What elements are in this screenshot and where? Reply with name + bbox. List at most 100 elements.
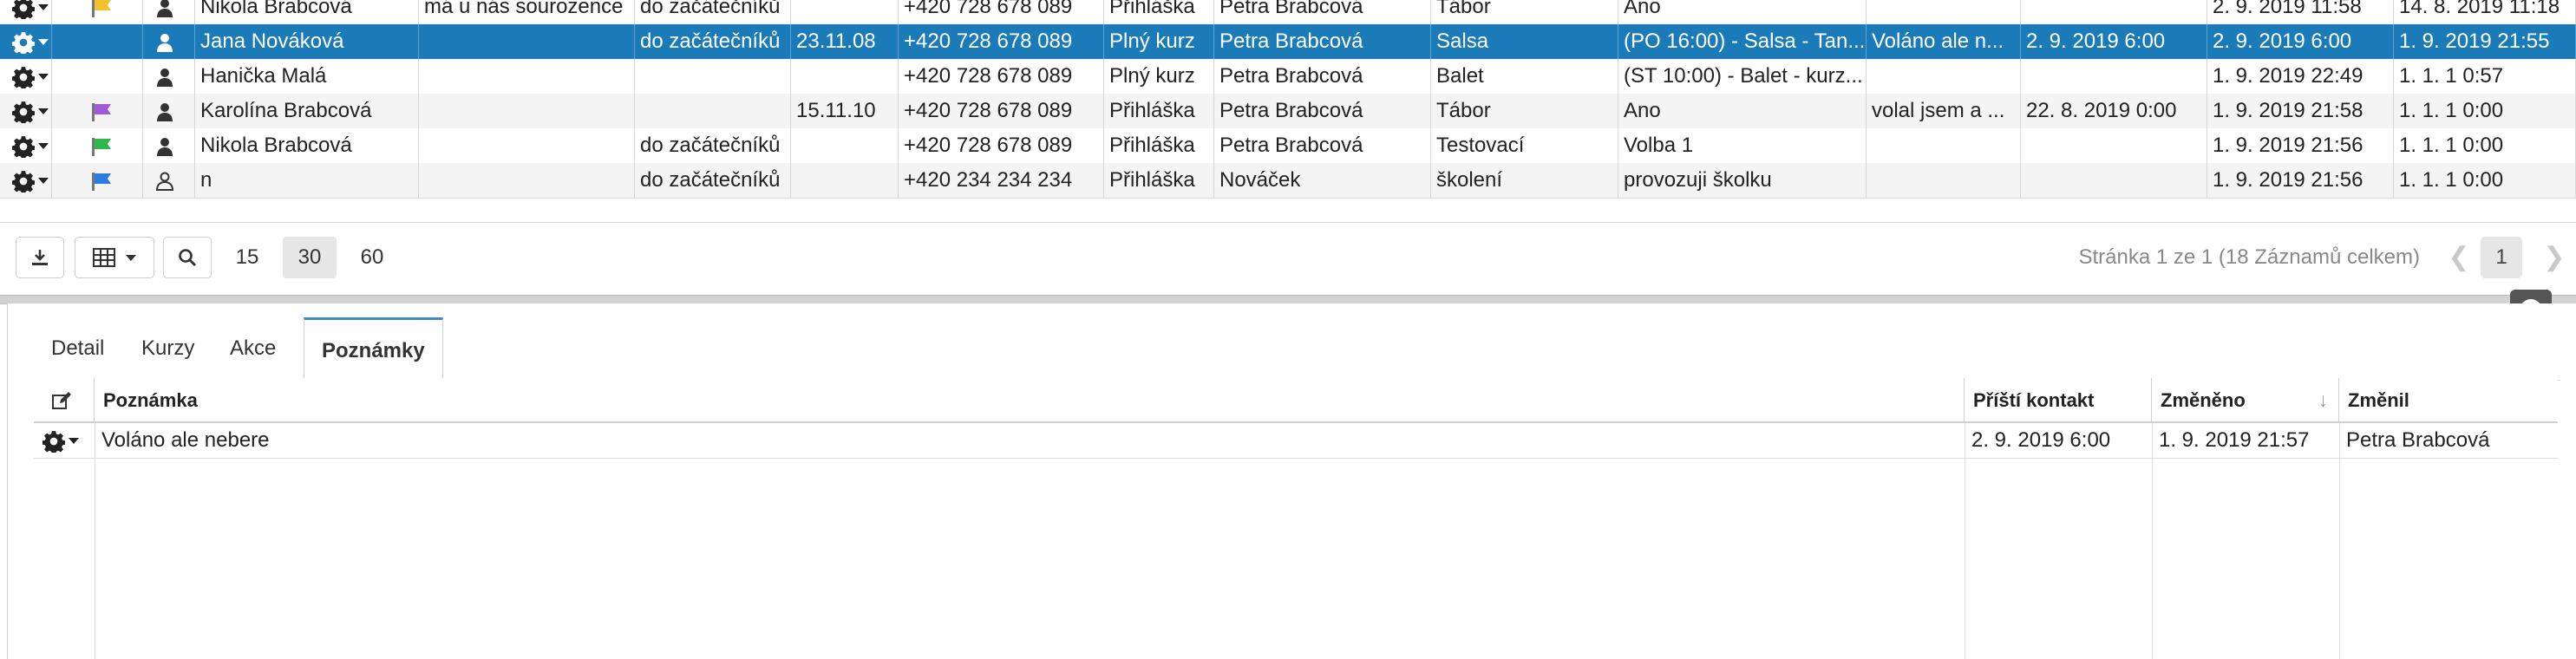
- row-menu-button[interactable]: [0, 94, 52, 128]
- chevron-down-icon: [69, 438, 79, 445]
- flag-icon: [92, 0, 111, 17]
- col-header-changed[interactable]: Změněno ↓: [2152, 378, 2339, 423]
- columns-button[interactable]: [75, 237, 154, 278]
- page-size-15[interactable]: 15: [220, 237, 274, 278]
- cell-level: do začátečníků: [635, 0, 791, 24]
- export-button[interactable]: [16, 237, 64, 278]
- gear-icon: [12, 135, 35, 158]
- cell-created: 1. 9. 2019 22:49: [2207, 59, 2394, 94]
- current-page-button[interactable]: 1: [2481, 237, 2522, 278]
- cell-note: [419, 94, 635, 128]
- table-row[interactable]: Hanička Malá +420 728 678 089 Plný kurz Pet…: [0, 59, 2576, 95]
- prev-page-button[interactable]: ❮: [2446, 237, 2472, 278]
- notes-grid: Poznámka Příští kontakt Změněno ↓ Změnil…: [34, 378, 2558, 659]
- sort-desc-icon: ↓: [2318, 389, 2328, 411]
- cell-answer: Volba 1: [1618, 128, 1867, 163]
- cell-course: Testovací: [1431, 128, 1618, 163]
- row-menu-button[interactable]: [0, 163, 52, 198]
- person-cell: [143, 128, 195, 163]
- gear-icon: [12, 101, 35, 123]
- page-size-60[interactable]: 60: [345, 237, 399, 278]
- next-page-button[interactable]: ❯: [2541, 237, 2567, 278]
- table-row[interactable]: n do začátečníků +420 234 234 234 Přihláška…: [0, 163, 2576, 199]
- person-icon: [157, 33, 173, 52]
- cell-note: [419, 24, 635, 59]
- cell-created: 1. 9. 2019 21:58: [2207, 94, 2394, 128]
- flag-icon: [92, 102, 111, 121]
- cell-name: Jana Nováková: [195, 24, 419, 59]
- cell-name: Hanička Malá: [195, 59, 419, 94]
- cell-created: 2. 9. 2019 11:58: [2207, 0, 2394, 24]
- table-row[interactable]: Nikola Brabcová má u nás sourozence do zač…: [0, 0, 2576, 25]
- table-row[interactable]: Jana Nováková do začátečníků 23.11.08 +420 …: [0, 24, 2576, 60]
- flag-cell[interactable]: [52, 0, 143, 24]
- tab-detail[interactable]: Detail: [34, 317, 121, 380]
- cell-next-contact: 22. 8. 2019 0:00: [2021, 94, 2207, 128]
- cell-course: školení: [1431, 163, 1618, 198]
- cell-note: [419, 59, 635, 94]
- cell-owner: Petra Brabcová: [1214, 94, 1431, 128]
- cell-answer: (PO 16:00) - Salsa - Tan...: [1618, 24, 1867, 59]
- gear-icon: [12, 31, 35, 54]
- cell-note: [419, 163, 635, 198]
- cell-status: Plný kurz: [1104, 24, 1214, 59]
- gear-icon: [12, 170, 35, 192]
- cell-created: 1. 9. 2019 21:56: [2207, 163, 2394, 198]
- gear-icon: [42, 430, 65, 453]
- cell-level: do začátečníků: [635, 128, 791, 163]
- flag-cell[interactable]: [52, 94, 143, 128]
- add-note-button[interactable]: [34, 378, 95, 423]
- cell-name: Nikola Brabcová: [195, 0, 419, 24]
- person-icon: [155, 172, 174, 191]
- table-icon: [93, 248, 115, 267]
- chevron-down-icon: [38, 4, 49, 11]
- cell-date: 23.11.08: [791, 24, 899, 59]
- cell-owner: Nováček: [1214, 163, 1431, 198]
- cell-phone: +420 728 678 089: [899, 59, 1104, 94]
- col-header-next-contact[interactable]: Příští kontakt: [1965, 378, 2152, 423]
- search-button[interactable]: [163, 237, 212, 278]
- flag-cell[interactable]: [52, 24, 143, 59]
- table-row[interactable]: Voláno ale nebere 2. 9. 2019 6:00 1. 9. 20…: [34, 423, 2558, 459]
- cell-status: Přihláška: [1104, 163, 1214, 198]
- table-row[interactable]: Karolína Brabcová 15.11.10 +420 728 678 08…: [0, 94, 2576, 129]
- cell-comment: [1867, 0, 2021, 24]
- table-row[interactable]: Nikola Brabcová do začátečníků +420 728 67…: [0, 128, 2576, 164]
- cell-next-contact: [2021, 128, 2207, 163]
- cell-changed: 1. 9. 2019 21:57: [2159, 428, 2310, 452]
- cell-answer: Ano: [1618, 94, 1867, 128]
- col-header-changed-by[interactable]: Změnil: [2339, 378, 2558, 423]
- page-size-30[interactable]: 30: [283, 237, 337, 278]
- person-cell: [143, 0, 195, 24]
- cell-owner: Petra Brabcová: [1214, 0, 1431, 24]
- flag-cell[interactable]: [52, 59, 143, 94]
- person-cell: [143, 163, 195, 198]
- row-menu-button[interactable]: [0, 0, 52, 24]
- tab-kurzy[interactable]: Kurzy: [124, 317, 212, 380]
- tab-akce[interactable]: Akce: [212, 317, 293, 380]
- cell-level: do začátečníků: [635, 24, 791, 59]
- cell-date: 15.11.10: [791, 94, 899, 128]
- download-icon: [32, 250, 48, 265]
- tab-poznámky[interactable]: Poznámky: [304, 317, 443, 381]
- col-header-note[interactable]: Poznámka: [95, 378, 1965, 423]
- cell-level: [635, 94, 791, 128]
- row-menu-button[interactable]: [0, 128, 52, 163]
- flag-cell[interactable]: [52, 128, 143, 163]
- cell-status: Přihláška: [1104, 128, 1214, 163]
- cell-phone: +420 728 678 089: [899, 94, 1104, 128]
- person-icon: [157, 102, 173, 121]
- person-icon: [157, 68, 173, 87]
- person-icon: [157, 0, 173, 17]
- gear-icon: [12, 66, 35, 88]
- row-menu-button[interactable]: [0, 24, 52, 59]
- cell-status: Přihláška: [1104, 0, 1214, 24]
- cell-level: do začátečníků: [635, 163, 791, 198]
- cell-next-contact: 2. 9. 2019 6:00: [1971, 428, 2111, 452]
- cell-name: Karolína Brabcová: [195, 94, 419, 128]
- flag-icon: [92, 137, 111, 156]
- row-menu-button[interactable]: [34, 423, 95, 458]
- row-menu-button[interactable]: [0, 59, 52, 94]
- flag-cell[interactable]: [52, 163, 143, 198]
- chevron-down-icon: [38, 143, 49, 150]
